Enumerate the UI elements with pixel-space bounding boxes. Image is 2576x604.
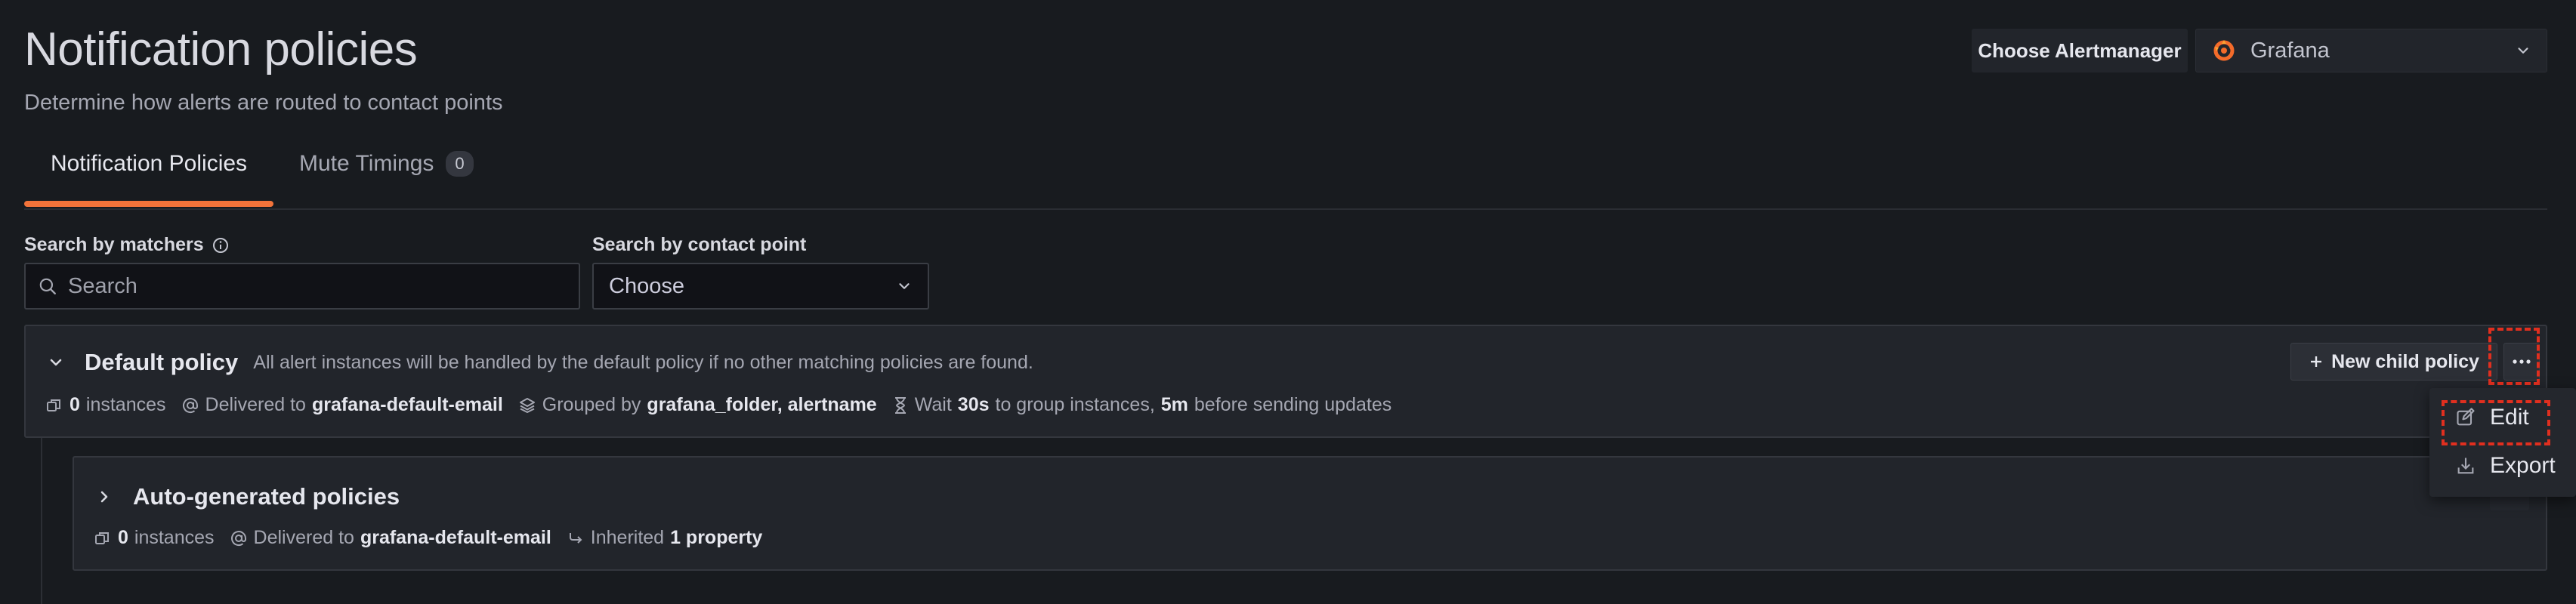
mute-timings-count-badge: 0 — [446, 151, 474, 177]
inherited-prefix: Inherited — [590, 527, 665, 548]
delivered-meta: Delivered to grafana-default-email — [181, 394, 503, 416]
search-by-contact-point-label: Search by contact point — [592, 234, 807, 255]
tab-mute-timings-label: Mute Timings — [299, 151, 434, 176]
instances-icon — [94, 529, 112, 547]
instances-count: 0 — [69, 394, 80, 415]
child-instances-label: instances — [134, 527, 215, 548]
page-subtitle: Determine how alerts are routed to conta… — [24, 91, 503, 115]
alertmanager-select[interactable]: Grafana — [2195, 29, 2547, 72]
child-policy-name: Auto-generated policies — [133, 483, 400, 510]
more-actions-menu: Edit Export — [2429, 388, 2576, 497]
group-wait-suffix: to group instances, — [995, 394, 1155, 415]
contact-point-select[interactable]: Choose — [592, 263, 929, 310]
grafana-logo-icon — [2211, 38, 2237, 63]
download-icon — [2455, 455, 2476, 476]
timing-meta: Wait 30s to group instances, 5m before s… — [892, 394, 1392, 416]
group-by-labels: grafana_folder, alertname — [647, 394, 877, 415]
child-instances-count: 0 — [118, 527, 128, 548]
search-by-matchers-label-text: Search by matchers — [24, 234, 204, 255]
matchers-search-input[interactable] — [68, 273, 567, 299]
search-by-matchers-label: Search by matchers — [24, 234, 230, 256]
group-wait-value: 30s — [957, 394, 990, 415]
group-interval-suffix: before sending updates — [1194, 394, 1392, 415]
inherited-meta[interactable]: Inherited 1 property — [567, 527, 763, 549]
policy-tree-connector — [41, 438, 42, 604]
inherited-value: 1 property — [670, 527, 763, 548]
menu-item-export[interactable]: Export — [2455, 453, 2556, 479]
tabs-divider — [24, 208, 2547, 210]
menu-item-edit-label: Edit — [2490, 405, 2529, 430]
collapse-chevron-icon[interactable] — [47, 353, 65, 371]
menu-item-export-label: Export — [2490, 453, 2556, 478]
more-actions-button[interactable]: ... — [2503, 343, 2540, 381]
instances-label: instances — [85, 394, 166, 415]
active-tab-indicator — [24, 201, 273, 207]
matchers-search-field[interactable] — [24, 263, 580, 310]
expand-chevron-icon[interactable] — [95, 488, 113, 506]
at-sign-icon — [181, 396, 199, 414]
default-contact-point[interactable]: grafana-default-email — [312, 394, 503, 416]
wait-prefix: Wait — [914, 394, 952, 415]
layers-icon — [518, 396, 536, 414]
child-delivered-prefix: Delivered to — [253, 527, 354, 548]
tab-notification-policies[interactable]: Notification Policies — [24, 151, 273, 177]
delivered-prefix: Delivered to — [205, 394, 306, 415]
tab-mute-timings[interactable]: Mute Timings 0 — [299, 151, 474, 177]
group-interval-value: 5m — [1160, 394, 1188, 415]
grouped-prefix: Grouped by — [542, 394, 641, 415]
menu-item-edit[interactable]: Edit — [2455, 405, 2529, 430]
default-policy-header: Default policy All alert instances will … — [47, 349, 1033, 376]
new-child-policy-button[interactable]: New child policy — [2290, 343, 2497, 381]
default-policy-description: All alert instances will be handled by t… — [253, 351, 1033, 373]
chevron-down-icon — [2515, 42, 2531, 59]
default-policy-name: Default policy — [85, 349, 239, 375]
tab-notification-policies-label: Notification Policies — [50, 151, 248, 176]
child-policy-card: Auto-generated policies 0 instances Deli… — [73, 456, 2547, 571]
default-policy-card: Default policy All alert instances will … — [24, 325, 2547, 438]
hourglass-icon — [892, 396, 909, 414]
instances-meta[interactable]: 0 instances — [45, 394, 166, 416]
grouped-meta: Grouped by grafana_folder, alertname — [518, 394, 877, 416]
edit-icon — [2455, 407, 2476, 428]
search-icon — [38, 276, 57, 296]
chevron-down-icon — [896, 278, 913, 294]
corner-down-right-icon — [567, 529, 585, 547]
page-title: Notification policies — [24, 23, 418, 76]
child-policy-header: Auto-generated policies — [95, 483, 400, 510]
at-sign-icon — [230, 529, 248, 547]
contact-point-select-value: Choose — [609, 273, 684, 298]
child-contact-point[interactable]: grafana-default-email — [360, 527, 551, 549]
new-child-policy-label: New child policy — [2331, 350, 2479, 372]
child-delivered-meta: Delivered to grafana-default-email — [230, 527, 551, 549]
alertmanager-selected-value: Grafana — [2250, 38, 2330, 63]
info-icon[interactable] — [212, 236, 230, 254]
default-policy-meta: 0 instances Delivered to grafana-default… — [45, 394, 1407, 416]
plus-icon — [2309, 354, 2324, 369]
more-horizontal-icon — [2512, 359, 2531, 365]
choose-alertmanager-label: Choose Alertmanager — [1972, 29, 2188, 72]
child-policy-meta: 0 instances Delivered to grafana-default… — [94, 527, 777, 549]
instances-icon — [45, 396, 63, 414]
child-instances-meta[interactable]: 0 instances — [94, 527, 215, 549]
